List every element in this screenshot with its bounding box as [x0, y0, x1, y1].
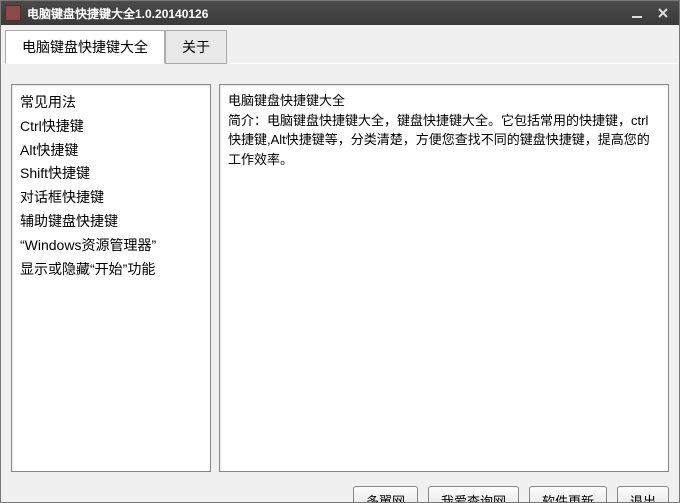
list-item[interactable]: Shift快捷键 — [14, 162, 208, 186]
content-area: 常见用法 Ctrl快捷键 Alt快捷键 Shift快捷键 对话框快捷键 辅助键盘… — [1, 64, 679, 472]
update-button[interactable]: 软件更新 — [529, 486, 607, 502]
detail-panel: 电脑键盘快捷键大全 简介：电脑键盘快捷键大全，键盘快捷键大全。它包括常用的快捷键… — [219, 84, 669, 472]
tab-main[interactable]: 电脑键盘快捷键大全 — [5, 30, 165, 64]
app-window: 电脑键盘快捷键大全1.0.20140126 电脑键盘快捷键大全 关于 常见用法 … — [0, 0, 680, 503]
bottom-toolbar: 多翼网 我爱查询网 软件更新 退出 — [1, 472, 679, 502]
list-item[interactable]: 显示或隐藏“开始”功能 — [14, 258, 208, 282]
app-icon — [5, 5, 21, 21]
titlebar: 电脑键盘快捷键大全1.0.20140126 — [1, 1, 679, 25]
exit-button[interactable]: 退出 — [617, 486, 669, 502]
woaichaxun-button[interactable]: 我爱查询网 — [428, 486, 519, 502]
detail-body: 简介：电脑键盘快捷键大全，键盘快捷键大全。它包括常用的快捷键，ctrl快捷键,A… — [228, 111, 660, 170]
minimize-icon — [631, 7, 643, 19]
minimize-button[interactable] — [625, 4, 649, 22]
list-item[interactable]: 辅助键盘快捷键 — [14, 210, 208, 234]
list-item[interactable]: 常见用法 — [14, 91, 208, 115]
detail-heading: 电脑键盘快捷键大全 — [228, 91, 660, 111]
close-button[interactable] — [651, 4, 675, 22]
tab-about[interactable]: 关于 — [165, 30, 227, 64]
list-item[interactable]: 对话框快捷键 — [14, 186, 208, 210]
close-icon — [657, 7, 669, 19]
list-item[interactable]: Alt快捷键 — [14, 139, 208, 163]
category-list: 常见用法 Ctrl快捷键 Alt快捷键 Shift快捷键 对话框快捷键 辅助键盘… — [11, 84, 211, 472]
duote-button[interactable]: 多翼网 — [353, 486, 418, 502]
list-item[interactable]: “Windows资源管理器” — [14, 234, 208, 258]
tab-bar: 电脑键盘快捷键大全 关于 — [1, 25, 679, 64]
list-item[interactable]: Ctrl快捷键 — [14, 115, 208, 139]
window-title: 电脑键盘快捷键大全1.0.20140126 — [27, 5, 623, 22]
